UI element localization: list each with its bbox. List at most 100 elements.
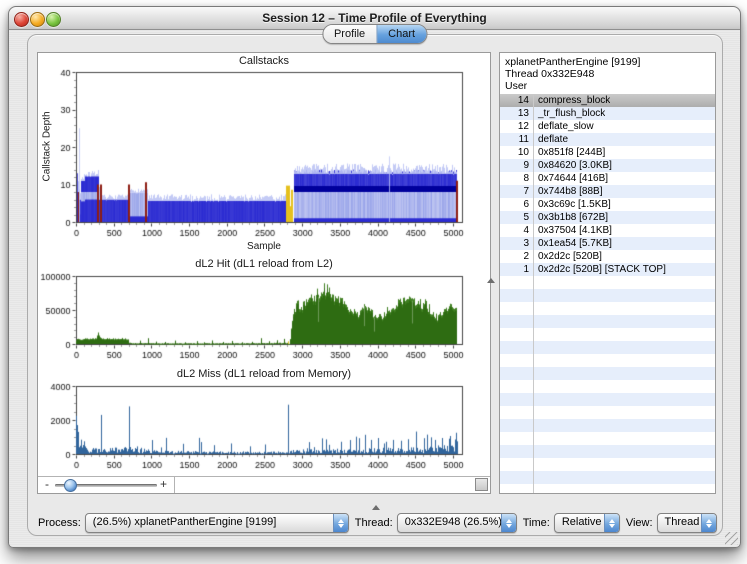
list-item[interactable]: 80x74644 [416B] [500,172,715,185]
list-item-empty[interactable] [500,419,715,432]
list-item-empty[interactable] [500,406,715,419]
list-item-empty[interactable] [500,432,715,445]
stack-frame-label [534,302,538,315]
stack-depth-number [500,471,534,484]
list-item-empty[interactable] [500,354,715,367]
list-item[interactable]: 14compress_block [500,94,715,107]
stack-depth-number: 13 [500,107,534,120]
list-item-empty[interactable] [500,458,715,471]
thread-popup[interactable]: 0x332E948 (26.5%) [397,513,517,533]
list-item-empty[interactable] [500,328,715,341]
stack-depth-number [500,380,534,393]
bottom-controls: Process: (26.5%) xplanetPantherEngine [9… [32,513,718,533]
stack-frame-label: 0x74644 [416B] [534,172,608,185]
stack-frame-label [534,432,538,445]
thread-label: Thread: [355,517,393,529]
window-resize-grip[interactable] [725,532,738,545]
list-item-empty[interactable] [500,302,715,315]
stack-depth-number [500,354,534,367]
chart-zoom-strip: - + [38,476,490,493]
list-item-empty[interactable] [500,289,715,302]
stack-depth-number [500,432,534,445]
list-item-empty[interactable] [500,380,715,393]
stack-depth-number: 6 [500,198,534,211]
zoom-out-label[interactable]: - [45,477,49,492]
stack-frame-label [534,393,538,406]
list-item[interactable]: 20x2d2c [520B] [500,250,715,263]
tab-chart[interactable]: Chart [376,25,426,43]
list-item[interactable]: 13_tr_flush_block [500,107,715,120]
list-item[interactable]: 30x1ea54 [5.7KB] [500,237,715,250]
zoom-slider-thumb[interactable] [64,479,77,492]
stack-depth-number [500,315,534,328]
zoom-slider[interactable]: - + [38,477,175,493]
list-item-empty[interactable] [500,341,715,354]
time-popup[interactable]: Relative [554,513,620,533]
stack-depth-number [500,445,534,458]
grow-box[interactable] [475,478,488,491]
stack-depth-number [500,328,534,341]
chart-pane: Callstacks Callstack Depth Sample dL2 Hi… [37,52,491,494]
callstacks-chart[interactable] [38,68,490,240]
stack-depth-number: 10 [500,146,534,159]
stack-depth-number: 12 [500,120,534,133]
header-scope: User [505,80,710,92]
list-item-empty[interactable] [500,484,715,494]
zoom-in-label[interactable]: + [160,477,167,492]
process-popup[interactable]: (26.5%) xplanetPantherEngine [9199] [85,513,349,533]
chart-title-dl2-miss: dL2 Miss (dL1 reload from Memory) [38,368,490,380]
stack-frame-label [534,471,538,484]
stack-frame-label: 0x744b8 [88B] [534,185,603,198]
splitter-handle-vertical[interactable] [487,278,495,283]
list-item-empty[interactable] [500,276,715,289]
stack-frame-label [534,328,538,341]
stack-depth-number: 11 [500,133,534,146]
list-item[interactable]: 40x37504 [4.1KB] [500,224,715,237]
stack-frame-label [534,484,538,494]
stack-depth-number: 14 [500,94,534,107]
stack-frame-label: deflate [534,133,568,146]
list-item[interactable]: 10x2d2c [520B] [STACK TOP] [500,263,715,276]
list-item-empty[interactable] [500,445,715,458]
stack-depth-number: 8 [500,172,534,185]
stack-depth-number [500,406,534,419]
time-label: Time: [523,517,550,529]
list-item-empty[interactable] [500,315,715,328]
stack-depth-number: 7 [500,185,534,198]
stack-depth-number: 1 [500,263,534,276]
process-label: Process: [38,517,81,529]
stack-frame-label: 0x2d2c [520B] [534,250,602,263]
chart-title-dl2-hit: dL2 Hit (dL1 reload from L2) [38,258,490,270]
popup-arrows-icon [604,514,619,532]
stack-depth-number: 4 [500,224,534,237]
list-item[interactable]: 11deflate [500,133,715,146]
content-group-box: Callstacks Callstack Depth Sample dL2 Hi… [27,34,723,536]
callstack-pane: xplanetPantherEngine [9199] Thread 0x332… [499,52,716,494]
stack-frame-label [534,354,538,367]
list-item[interactable]: 60x3c69c [1.5KB] [500,198,715,211]
stack-depth-number: 3 [500,237,534,250]
stack-frame-label: 0x3b1b8 [672B] [534,211,608,224]
stack-frame-label: compress_block [534,94,610,107]
stack-frame-label: 0x37504 [4.1KB] [534,224,612,237]
list-item-empty[interactable] [500,393,715,406]
list-item-empty[interactable] [500,471,715,484]
list-item[interactable]: 12deflate_slow [500,120,715,133]
header-thread: Thread 0x332E948 [505,68,710,80]
stack-frame-label [534,406,538,419]
dl2-miss-chart[interactable] [38,382,490,472]
stack-depth-number [500,367,534,380]
dl2-hit-chart[interactable] [38,272,490,362]
splitter-handle-horizontal[interactable] [372,505,380,510]
list-item[interactable]: 90x84620 [3.0KB] [500,159,715,172]
stack-frame-label [534,341,538,354]
stack-frame-label: 0x84620 [3.0KB] [534,159,612,172]
stack-depth-number [500,276,534,289]
list-item[interactable]: 70x744b8 [88B] [500,185,715,198]
tab-profile[interactable]: Profile [323,25,376,43]
list-item[interactable]: 50x3b1b8 [672B] [500,211,715,224]
stack-depth-number: 2 [500,250,534,263]
list-item-empty[interactable] [500,367,715,380]
list-item[interactable]: 100x851f8 [244B] [500,146,715,159]
view-popup[interactable]: Thread [657,513,717,533]
